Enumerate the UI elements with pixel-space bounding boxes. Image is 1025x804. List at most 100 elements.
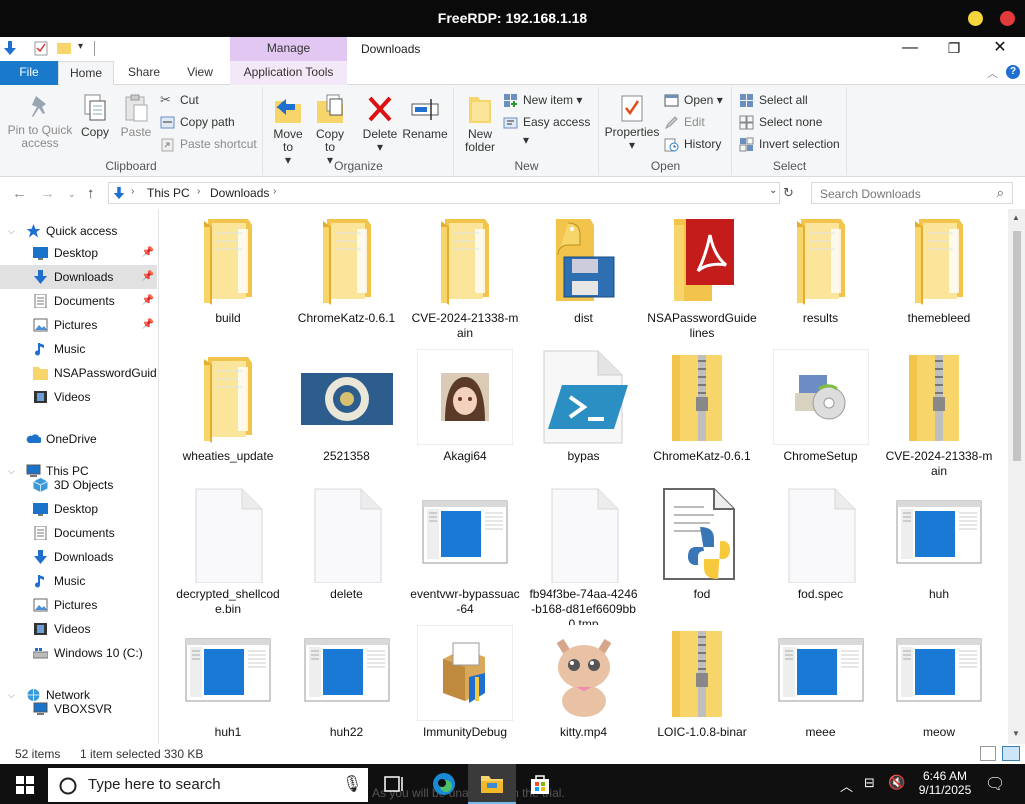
- breadcrumb-this-pc[interactable]: This PC: [147, 186, 190, 200]
- vertical-scrollbar[interactable]: ▲ ▼: [1008, 209, 1025, 744]
- volume-muted-icon[interactable]: 🔇: [888, 774, 905, 791]
- search-input[interactable]: Search Downloads ⌕: [811, 182, 1013, 204]
- recent-locations-icon[interactable]: ⌄: [68, 189, 76, 200]
- file-list: build ChromeKatz-0.6.1 CVE-2024-21338-main…: [160, 209, 1008, 744]
- large-icons-view-icon[interactable]: [1002, 746, 1020, 761]
- store-icon[interactable]: [516, 764, 564, 804]
- sidebar-item-windows-10-c[interactable]: Windows 10 (C:): [0, 641, 157, 665]
- sidebar-item-nsapasswordguide[interactable]: NSAPasswordGuide: [0, 361, 157, 385]
- minimize-icon[interactable]: —: [887, 37, 933, 61]
- taskbar-search-box[interactable]: Type here to search 🎙: [48, 768, 368, 802]
- task-view-icon[interactable]: [370, 764, 418, 804]
- easy-access-button[interactable]: Easy access ▾: [503, 113, 598, 147]
- invert-selection-button[interactable]: Invert selection: [739, 135, 840, 155]
- tab-view[interactable]: View: [176, 61, 224, 85]
- tab-file[interactable]: File: [0, 61, 58, 85]
- cut-button[interactable]: ✂ Cut: [160, 91, 199, 111]
- nav-onedrive[interactable]: OneDrive: [0, 427, 157, 451]
- expand-chevron-icon[interactable]: ⌵: [8, 219, 15, 243]
- folder-icon: [180, 349, 276, 445]
- address-dropdown-icon[interactable]: ⌄: [769, 185, 777, 196]
- select-all-button[interactable]: Select all: [739, 91, 808, 111]
- sidebar-item-label: VBOXSVR: [54, 702, 113, 716]
- sidebar-item-documents[interactable]: Documents 📌: [0, 289, 157, 313]
- sidebar-item-downloads[interactable]: Downloads 📌: [0, 265, 157, 289]
- file-name: 2521358: [323, 449, 370, 463]
- move-to-button[interactable]: Move to ▾: [270, 93, 306, 167]
- paste-button[interactable]: Paste: [117, 93, 155, 139]
- delete-button[interactable]: Delete ▾: [360, 93, 400, 154]
- forward-icon[interactable]: →: [40, 185, 55, 202]
- manage-context-tab[interactable]: Manage: [230, 37, 347, 61]
- scroll-up-icon[interactable]: ▲: [1012, 213, 1020, 222]
- notification-icon[interactable]: 🗨: [985, 774, 1005, 794]
- scroll-thumb[interactable]: [1013, 231, 1021, 461]
- file-name: ChromeKatz-0.6.1: [653, 449, 751, 463]
- up-icon[interactable]: ↑: [87, 185, 95, 202]
- properties-qat-icon[interactable]: [33, 40, 49, 56]
- select-none-button[interactable]: Select none: [739, 113, 822, 133]
- sidebar-item-music[interactable]: Music: [0, 569, 157, 593]
- open-button[interactable]: Open ▾: [664, 91, 723, 111]
- history-button[interactable]: History: [664, 135, 721, 155]
- qat-dropdown-icon[interactable]: ▾: [78, 41, 83, 52]
- refresh-icon[interactable]: ↻: [783, 185, 794, 201]
- sidebar-item-music[interactable]: Music: [0, 337, 157, 361]
- sidebar-item-documents[interactable]: Documents: [0, 521, 157, 545]
- start-windows-icon[interactable]: [16, 776, 34, 794]
- properties-button[interactable]: Properties ▾: [604, 93, 660, 152]
- download-arrow-icon[interactable]: [2, 40, 18, 56]
- rdp-title-bar: FreeRDP: 192.168.1.18: [0, 0, 1025, 37]
- microphone-icon[interactable]: 🎙: [342, 774, 362, 794]
- sidebar-item-3d-objects[interactable]: 3D Objects: [0, 473, 157, 497]
- edge-browser-icon[interactable]: [420, 764, 468, 804]
- open-group: Properties ▾ Open ▾ Edit History Open: [600, 87, 732, 175]
- edit-button[interactable]: Edit: [664, 113, 705, 133]
- paste-label: Paste: [120, 125, 152, 139]
- sidebar-item-desktop[interactable]: Desktop: [0, 497, 157, 521]
- breadcrumb-downloads[interactable]: Downloads: [210, 186, 269, 200]
- sidebar-item-vboxsvr[interactable]: VBOXSVR: [0, 697, 157, 721]
- tab-application-tools[interactable]: Application Tools: [230, 61, 347, 85]
- nav-quick-access[interactable]: ⌵ Quick access: [0, 219, 157, 243]
- copy-path-icon: [160, 116, 175, 129]
- sidebar-item-desktop[interactable]: Desktop 📌: [0, 241, 157, 265]
- new-item-button[interactable]: New item ▾: [503, 91, 582, 111]
- music-icon: [35, 343, 44, 356]
- address-row: ← → ⌄ ↑ › This PC › Downloads › ⌄ ↻ Sear…: [0, 177, 1025, 209]
- sidebar-item-videos[interactable]: Videos: [0, 617, 157, 641]
- file-explorer-taskbar-icon[interactable]: [468, 764, 516, 804]
- installer-icon: [772, 348, 869, 446]
- back-icon[interactable]: ←: [12, 185, 27, 202]
- sidebar-item-downloads[interactable]: Downloads: [0, 545, 157, 569]
- new-folder-qat-icon[interactable]: [56, 40, 72, 56]
- details-view-icon[interactable]: [980, 746, 996, 761]
- network-tray-icon[interactable]: ⊟: [864, 775, 875, 791]
- scroll-down-icon[interactable]: ▼: [1012, 729, 1020, 738]
- file-name: decrypted_shellcode.bin: [176, 587, 280, 616]
- address-bar[interactable]: › This PC › Downloads › ⌄: [108, 182, 780, 204]
- help-icon[interactable]: ?: [1006, 65, 1020, 79]
- sidebar-item-pictures[interactable]: Pictures 📌: [0, 313, 157, 337]
- rename-button[interactable]: Rename: [402, 93, 448, 141]
- sidebar-item-videos[interactable]: Videos: [0, 385, 157, 409]
- sidebar-item-pictures[interactable]: Pictures: [0, 593, 157, 617]
- collapse-ribbon-icon[interactable]: ︿: [987, 65, 998, 81]
- sidebar-item-label: NSAPasswordGuide: [54, 366, 157, 380]
- new-folder-button[interactable]: New folder: [461, 93, 499, 154]
- copy-path-button[interactable]: Copy path: [160, 113, 235, 133]
- tab-home[interactable]: Home: [58, 61, 114, 86]
- tray-chevron-icon[interactable]: ︿: [840, 776, 853, 795]
- tab-share[interactable]: Share: [120, 61, 168, 85]
- nav-label: OneDrive: [46, 432, 97, 446]
- copy-button[interactable]: Copy: [78, 93, 112, 139]
- close-icon[interactable]: ✕: [977, 37, 1023, 61]
- paste-shortcut-button[interactable]: Paste shortcut: [160, 135, 257, 155]
- pin-quick-access-button[interactable]: Pin to Quick access: [4, 93, 76, 150]
- rdp-close-button[interactable]: [1000, 11, 1015, 26]
- maximize-icon[interactable]: ❐: [931, 37, 977, 61]
- installer-box-icon: [416, 624, 514, 722]
- rdp-minimize-button[interactable]: [968, 11, 983, 26]
- copy-to-button[interactable]: Copy to ▾: [312, 93, 348, 167]
- clock[interactable]: 6:46 AM 9/11/2025: [917, 769, 973, 797]
